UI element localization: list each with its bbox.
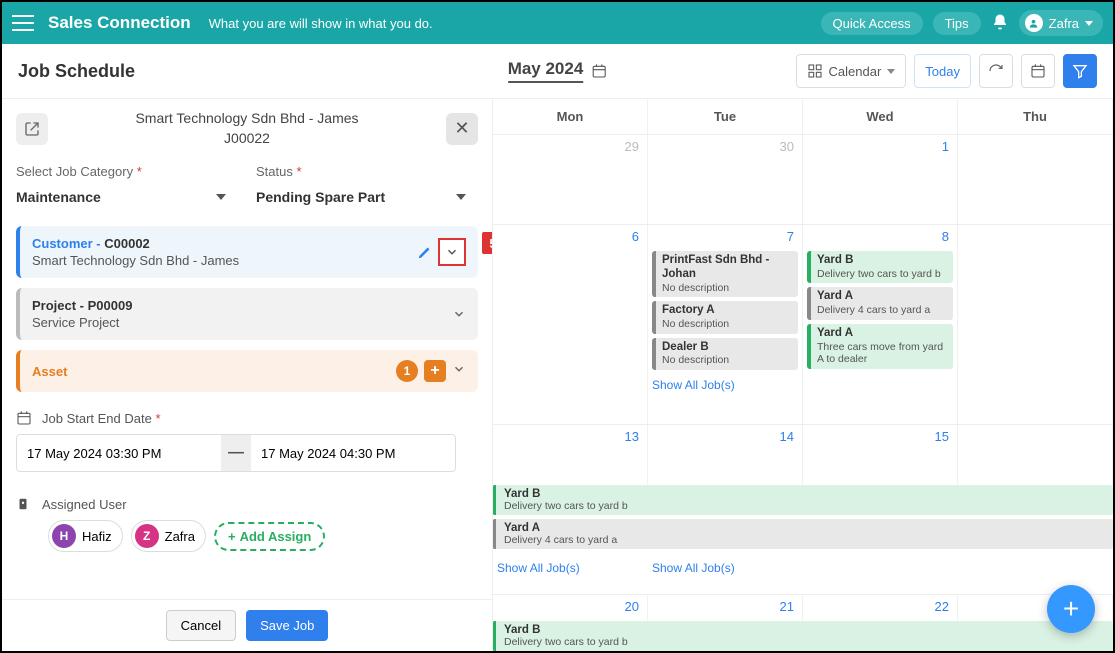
cancel-button[interactable]: Cancel [166,610,236,641]
job-event[interactable]: Yard BDelivery two cars to yard b [807,251,953,283]
notifications-icon[interactable] [991,13,1009,34]
add-asset-button[interactable]: + [424,360,446,382]
assigned-label: Assigned User [42,497,127,512]
menu-icon[interactable] [12,15,34,31]
show-all-jobs-link[interactable]: Show All Job(s) [652,378,798,392]
close-button[interactable]: ✕ [446,113,478,145]
chevron-down-icon [452,362,466,376]
calendar-cell[interactable]: 15 [803,425,958,485]
assigned-user-chip[interactable]: Z Zafra [131,520,206,552]
job-event-span[interactable]: Yard BDelivery two cars to yard b [493,485,1113,515]
filter-button[interactable] [1063,54,1097,88]
open-in-new-button[interactable] [16,113,48,145]
calendar-cell[interactable]: 8 Yard BDelivery two cars to yard b Yard… [803,225,958,424]
user-menu[interactable]: Zafra [1019,10,1103,36]
add-assign-button[interactable]: + Add Assign [214,522,325,551]
avatar: H [52,524,76,548]
date-separator: — [221,435,251,471]
chevron-down-icon [456,194,466,200]
calendar-cell[interactable]: 22 [803,595,958,621]
open-in-new-icon [24,121,40,137]
category-label: Select Job Category * [16,164,226,179]
today-button[interactable]: Today [914,54,971,88]
calendar-button[interactable] [1021,54,1055,88]
show-all-jobs-link[interactable]: Show All Job(s) [497,561,580,575]
tagline: What you are will show in what you do. [209,16,433,31]
save-button[interactable]: Save Job [246,610,328,641]
chevron-down-icon [216,194,226,200]
chevron-down-icon [452,307,466,321]
day-header: Wed [803,99,958,134]
job-event[interactable]: Yard ADelivery 4 cars to yard a [807,287,953,319]
refresh-button[interactable] [979,54,1013,88]
calendar-cell[interactable]: 13 [493,425,648,485]
plus-icon: + [228,529,236,544]
tips-button[interactable]: Tips [933,12,981,35]
day-header: Thu [958,99,1113,134]
calendar-cell[interactable]: 30 [648,135,803,224]
calendar-cell[interactable] [958,425,1113,485]
view-mode-select[interactable]: Calendar [796,54,907,88]
brand-name: Sales Connection [48,13,191,33]
expand-customer-button[interactable] [438,238,466,266]
status-label: Status * [256,164,466,179]
calendar-cell[interactable]: 14 [648,425,803,485]
refresh-icon [988,63,1004,79]
chevron-down-icon [887,69,895,74]
add-job-fab[interactable]: + [1047,585,1095,633]
asset-card[interactable]: Asset 1 + [16,350,478,392]
assigned-user-chip[interactable]: H Hafiz [48,520,123,552]
calendar-cell[interactable]: 6 [493,225,648,424]
calendar-cell[interactable] [958,135,1113,224]
calendar-icon [1030,63,1046,79]
start-datetime-input[interactable] [17,436,221,471]
job-event-span[interactable]: Yard ADelivery 4 cars to yard a [493,519,1113,549]
calendar-icon [591,63,607,79]
day-header: Mon [493,99,648,134]
calendar-cell[interactable]: 1 [803,135,958,224]
calendar-icon [16,410,32,426]
job-event[interactable]: Factory ANo description [652,301,798,333]
project-card[interactable]: Project - P00009 Service Project [16,288,478,340]
funnel-icon [1072,63,1088,79]
calendar-cell[interactable]: 21 [648,595,803,621]
page-title: Job Schedule [18,61,135,82]
badge-icon [16,496,30,512]
avatar: Z [135,524,159,548]
calendar-cell[interactable]: 29 [493,135,648,224]
chevron-down-icon [1085,21,1093,26]
job-event-span[interactable]: Yard BDelivery two cars to yard b [493,621,1113,651]
month-picker[interactable]: May 2024 [508,59,608,83]
job-event[interactable]: Dealer BNo description [652,338,798,370]
end-datetime-input[interactable] [251,436,455,471]
category-select[interactable]: Maintenance [16,185,226,210]
customer-card[interactable]: Customer - C00002 Smart Technology Sdn B… [16,226,478,278]
current-month: May 2024 [508,59,584,83]
calendar-cell[interactable]: 7 PrintFast Sdn Bhd - JohanNo descriptio… [648,225,803,424]
step-badge: 5 [482,232,492,254]
date-label: Job Start End Date * [42,411,161,426]
status-select[interactable]: Pending Spare Part [256,185,466,210]
chevron-down-icon [445,245,459,259]
asset-count-badge: 1 [396,360,418,382]
grid-icon [807,63,823,79]
job-event[interactable]: PrintFast Sdn Bhd - JohanNo description [652,251,798,297]
form-title: Smart Technology Sdn Bhd - James J00022 [58,109,436,148]
quick-access-button[interactable]: Quick Access [821,12,923,35]
view-label: Calendar [829,64,882,79]
calendar-cell[interactable]: 20 [493,595,648,621]
calendar-cell[interactable] [958,225,1113,424]
job-event[interactable]: Yard AThree cars move from yard A to dea… [807,324,953,369]
user-name: Zafra [1049,16,1079,31]
avatar-icon [1025,14,1043,32]
edit-icon[interactable] [417,245,432,260]
show-all-jobs-link[interactable]: Show All Job(s) [652,561,735,575]
day-header: Tue [648,99,803,134]
